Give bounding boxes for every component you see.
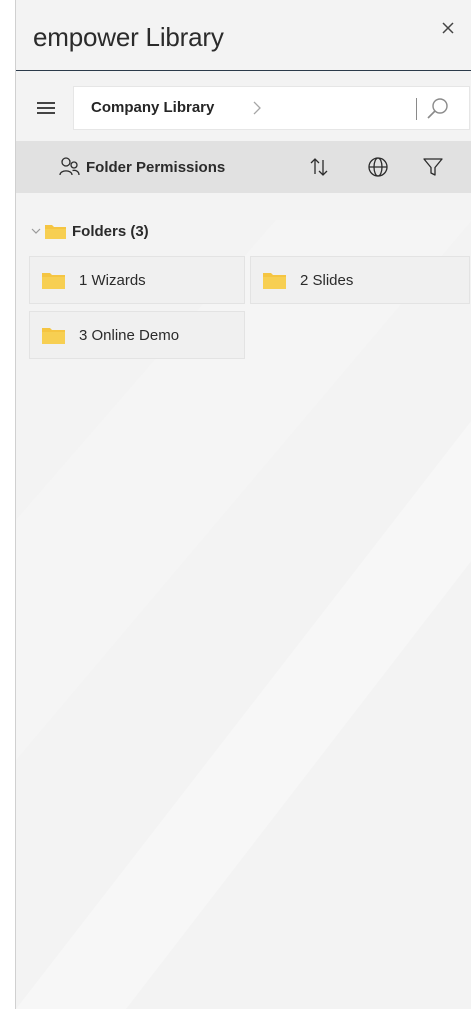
folders-section-header[interactable]: Folders (3) bbox=[30, 219, 149, 243]
chevron-right-icon bbox=[253, 101, 261, 115]
search-divider bbox=[416, 98, 417, 120]
breadcrumb: Company Library bbox=[73, 86, 470, 130]
navigation-bar: Company Library bbox=[16, 84, 471, 132]
folder-icon bbox=[45, 225, 66, 239]
close-icon bbox=[442, 22, 454, 34]
menu-button[interactable] bbox=[34, 94, 58, 122]
folder-tile-3-online-demo[interactable]: 3 Online Demo bbox=[29, 311, 245, 359]
hamburger-icon bbox=[37, 102, 55, 114]
folder-label: 2 Slides bbox=[300, 271, 354, 289]
sort-icon[interactable] bbox=[307, 155, 331, 179]
search-button[interactable] bbox=[424, 95, 452, 123]
close-button[interactable] bbox=[434, 14, 462, 42]
title-bar: empower Library bbox=[16, 0, 471, 71]
folder-icon bbox=[42, 272, 65, 289]
globe-icon[interactable] bbox=[366, 155, 390, 179]
folder-permissions-button[interactable]: Folder Permissions bbox=[58, 141, 225, 193]
folder-tile-2-slides[interactable]: 2 Slides bbox=[250, 256, 470, 304]
folder-label: 3 Online Demo bbox=[79, 326, 180, 344]
breadcrumb-item-company-library[interactable]: Company Library bbox=[91, 99, 214, 116]
folder-icon bbox=[263, 272, 286, 289]
library-pane: empower Library Company Library Folder P… bbox=[15, 0, 471, 1009]
folder-permissions-label: Folder Permissions bbox=[86, 158, 226, 176]
folder-icon bbox=[42, 327, 65, 344]
search-icon bbox=[427, 98, 448, 119]
folder-tile-1-wizards[interactable]: 1 Wizards bbox=[29, 256, 245, 304]
toolbar: Folder Permissions bbox=[16, 141, 471, 193]
window-title: empower Library bbox=[33, 22, 224, 52]
folder-label: 1 Wizards bbox=[79, 271, 146, 289]
filter-icon[interactable] bbox=[421, 155, 445, 179]
people-icon bbox=[59, 157, 80, 176]
chevron-down-icon bbox=[31, 228, 41, 234]
folders-section-label: Folders (3) bbox=[72, 222, 149, 240]
